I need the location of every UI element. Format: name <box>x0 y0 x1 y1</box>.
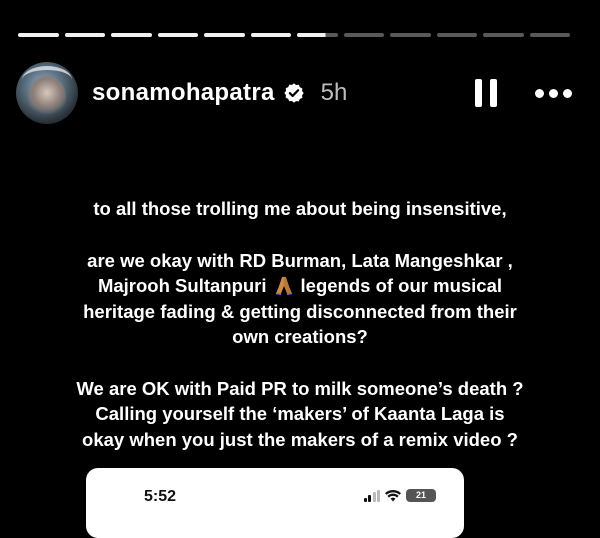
status-clock: 5:52 <box>144 488 177 505</box>
story-progress-segment <box>483 33 524 37</box>
wifi-icon <box>385 489 401 501</box>
story-progress-segment <box>18 33 59 37</box>
caption-line: are we okay with RD Burman, Lata Mangesh… <box>87 249 513 271</box>
avatar-hair <box>22 66 72 94</box>
battery-icon: 21 <box>406 489 436 502</box>
caption-line: Majrooh Sultanpuri legends of our musical <box>0 273 600 299</box>
story-progress-segment <box>436 33 477 37</box>
folded-hands-icon <box>275 276 292 296</box>
story-caption: to all those trolling me about being ins… <box>0 196 600 452</box>
story-progress-segment <box>250 33 291 37</box>
signal-icon <box>363 489 380 502</box>
embedded-phone-screenshot: 5:52 21 <box>86 468 464 538</box>
pause-icon[interactable] <box>475 79 497 107</box>
username[interactable]: sonamohapatra <box>92 79 275 107</box>
story-progress-segment <box>529 33 570 37</box>
caption-line: okay when you just the makers of a remix… <box>82 428 518 450</box>
avatar[interactable] <box>16 62 78 124</box>
caption-line: We are OK with Paid PR to milk someone’s… <box>76 377 524 399</box>
story-progress-segment <box>111 33 152 37</box>
story-progress-segment <box>64 33 105 37</box>
story-progress-bar <box>18 33 570 37</box>
story-timestamp: 5h <box>320 79 348 106</box>
caption-text: Majrooh Sultanpuri <box>97 275 267 296</box>
caption-line: own creations? <box>232 326 368 347</box>
more-options-icon[interactable] <box>531 85 576 102</box>
status-icons: 21 <box>363 489 436 502</box>
verified-badge-icon <box>284 83 304 103</box>
story-progress-segment <box>204 33 245 37</box>
story-progress-segment <box>390 33 431 37</box>
story-progress-segment <box>297 33 338 37</box>
caption-line: Calling yourself the ‘makers’ of Kaanta … <box>95 403 505 424</box>
story-header: sonamohapatra 5h <box>16 62 576 124</box>
caption-text: legends of our musical <box>300 275 503 296</box>
caption-line: heritage fading & getting disconnected f… <box>83 300 517 322</box>
story-progress-segment <box>157 33 198 37</box>
caption-line: to all those trolling me about being ins… <box>93 198 507 219</box>
story-progress-segment <box>343 33 384 37</box>
